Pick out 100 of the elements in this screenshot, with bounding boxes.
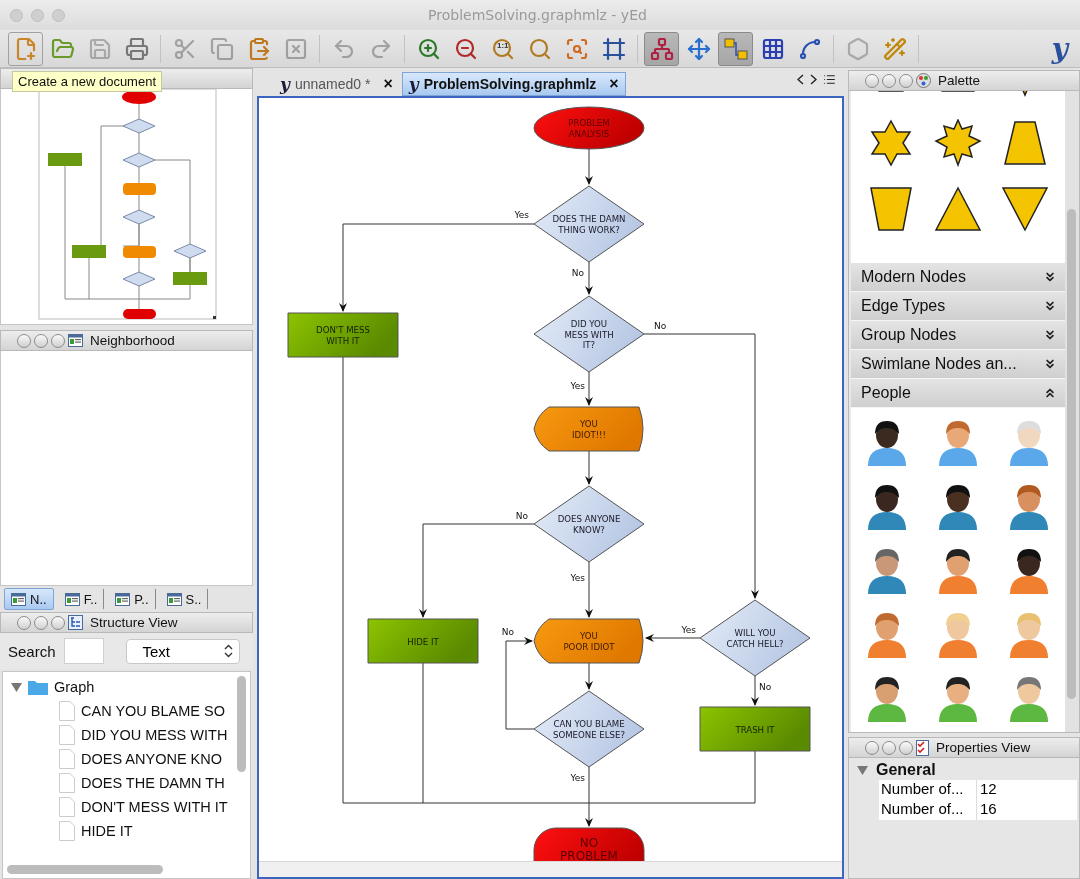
- triangle-icon[interactable]: [934, 185, 982, 233]
- dock-tab[interactable]: N..: [4, 588, 54, 610]
- palette-section[interactable]: People: [851, 379, 1065, 408]
- document-icon: [59, 821, 75, 841]
- window-control-icon[interactable]: [51, 333, 65, 348]
- person-icon[interactable]: [865, 418, 908, 466]
- edge-label: No: [571, 268, 584, 278]
- window-control-icon[interactable]: [882, 740, 896, 755]
- scrollbar-thumb[interactable]: [7, 865, 163, 874]
- window-control-icon[interactable]: [34, 333, 48, 348]
- node-label: DID YOU MESS WITH IT?: [564, 319, 614, 350]
- connector-arrow: [585, 561, 593, 618]
- section-label: Edge Types: [861, 297, 946, 315]
- node-label: DON'T MESS WITH IT: [316, 325, 370, 346]
- node-link-icon: [723, 37, 748, 60]
- search-icon: [527, 36, 552, 61]
- dock-tab[interactable]: F..: [57, 588, 105, 610]
- actual-size-button[interactable]: 1:1: [485, 31, 520, 66]
- person-icon[interactable]: [937, 546, 979, 594]
- close-tab-button[interactable]: ×: [383, 75, 393, 93]
- window-control-icon[interactable]: [899, 740, 913, 755]
- person-icon[interactable]: [1008, 546, 1051, 594]
- new-document-button[interactable]: [8, 31, 43, 66]
- window-control-icon[interactable]: [17, 615, 31, 630]
- tree-item[interactable]: HIDE IT: [81, 823, 133, 839]
- person-icon[interactable]: [865, 674, 908, 722]
- window-control-icon[interactable]: [865, 740, 879, 755]
- expanded-triangle-icon[interactable]: [11, 681, 22, 693]
- palette-section[interactable]: Edge Types: [851, 292, 1065, 321]
- close-icon: [283, 36, 308, 61]
- node-label: TRASH IT: [735, 724, 775, 735]
- palette-section[interactable]: Modern Nodes: [851, 263, 1065, 292]
- person-icon[interactable]: [937, 482, 979, 530]
- zoom-in-icon: [416, 36, 441, 61]
- orthogonal-edges-button[interactable]: [718, 31, 753, 66]
- document-icon: [59, 797, 75, 817]
- edge-label: No: [515, 511, 528, 521]
- window-control-icon[interactable]: [51, 615, 65, 630]
- search-field[interactable]: [63, 638, 104, 664]
- edge-label: Yes: [570, 573, 585, 583]
- expanded-triangle-icon[interactable]: [857, 764, 868, 776]
- scrollbar-thumb[interactable]: [237, 676, 246, 772]
- close-tab-button[interactable]: ×: [609, 75, 619, 93]
- connector-line: [585, 148, 593, 185]
- window-control-icon[interactable]: [34, 615, 48, 630]
- app-logo: y: [1051, 32, 1071, 65]
- section-label: Swimlane Nodes an...: [861, 355, 1017, 373]
- magnifier-icon: [490, 36, 515, 61]
- node-label: DOES THE DAMN THING WORK?: [552, 214, 626, 235]
- app-glyph: y: [408, 74, 419, 94]
- person-icon[interactable]: [865, 482, 908, 530]
- section-label: People: [861, 384, 911, 402]
- palette-icon: [916, 73, 931, 88]
- grid-icon: [760, 36, 785, 61]
- next-tab-icon[interactable]: [810, 73, 817, 85]
- edge-label: Yes: [570, 381, 585, 391]
- tree-item[interactable]: DID YOU MESS WITH: [81, 727, 228, 743]
- document-icon: [59, 725, 75, 745]
- edge-label: No: [501, 627, 514, 637]
- document-tab[interactable]: y unnamed0 * ×: [273, 72, 400, 96]
- person-icon[interactable]: [937, 674, 979, 722]
- tree-item[interactable]: DOES THE DAMN TH: [81, 775, 225, 791]
- filter-select[interactable]: Text: [125, 638, 240, 664]
- magic-wand-icon: [882, 36, 907, 61]
- tree-item[interactable]: Graph: [54, 679, 95, 695]
- dock-tab[interactable]: P..: [108, 588, 156, 610]
- copy-icon: [209, 36, 234, 61]
- network-icon: [649, 36, 674, 61]
- horizontal-scrollbar[interactable]: [259, 861, 842, 877]
- panel-icon: [68, 334, 83, 347]
- panel-icon: [64, 592, 80, 606]
- document-icon: [59, 749, 75, 769]
- document-tab[interactable]: y ProblemSolving.graphmlz ×: [401, 72, 626, 96]
- folder-icon: [28, 679, 48, 695]
- panel-icon: [115, 592, 131, 606]
- edit-mode-button[interactable]: [644, 31, 679, 66]
- search-label: Search: [8, 642, 56, 660]
- star-icon[interactable]: [934, 119, 982, 167]
- scrollbar-thumb[interactable]: [1067, 209, 1076, 699]
- tree-item[interactable]: CAN YOU BLAME SO: [81, 703, 225, 719]
- previous-tab-icon[interactable]: [797, 73, 804, 85]
- tree-item[interactable]: DON'T MESS WITH IT: [81, 799, 228, 815]
- dock-tab[interactable]: S..: [159, 588, 209, 610]
- magnifier-icon: [564, 36, 589, 61]
- window-control-icon[interactable]: [17, 333, 31, 348]
- window-control-icon[interactable]: [899, 73, 913, 88]
- palette-section[interactable]: Swimlane Nodes an...: [851, 350, 1065, 379]
- tab-list-icon[interactable]: [823, 72, 836, 86]
- window-control-icon[interactable]: [865, 73, 879, 88]
- panel-title: Properties View: [936, 740, 1031, 755]
- edge-label: Yes: [681, 625, 696, 635]
- triangle-icon[interactable]: [1001, 185, 1050, 233]
- panel-icon: [11, 592, 26, 606]
- panel-title: Palette: [938, 73, 981, 88]
- app-glyph: y: [280, 74, 290, 94]
- tooltip: Create a new document: [12, 71, 163, 92]
- document-icon: [59, 701, 75, 721]
- palette-section[interactable]: Group Nodes: [851, 321, 1065, 350]
- tree-item[interactable]: DOES ANYONE KNO: [81, 751, 222, 767]
- node-label: NO PROBLEM: [560, 836, 618, 861]
